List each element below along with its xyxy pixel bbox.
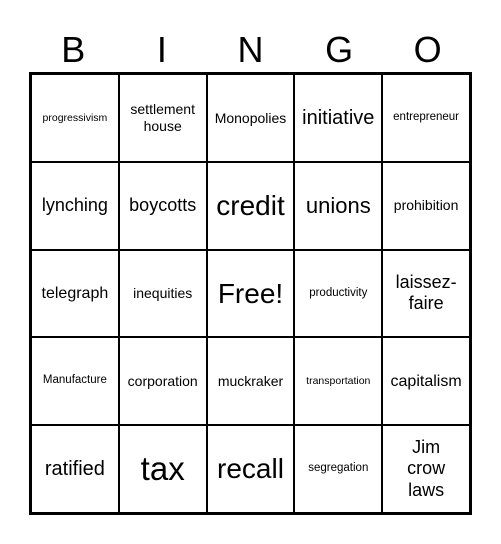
bingo-cell[interactable]: boycotts xyxy=(118,161,207,250)
header-letter-n: N xyxy=(237,29,264,70)
bingo-cell[interactable]: settlement house xyxy=(118,74,207,162)
bingo-cell[interactable]: corporation xyxy=(118,337,207,426)
bingo-cell[interactable]: progressivism xyxy=(31,74,119,162)
bingo-cell[interactable]: ratified xyxy=(31,425,119,513)
bingo-cell[interactable]: Jim crow laws xyxy=(382,425,470,513)
bingo-cell[interactable]: recall xyxy=(206,425,295,513)
bingo-cell[interactable]: laissez-faire xyxy=(382,249,470,338)
bingo-cell[interactable]: unions xyxy=(294,161,383,250)
bingo-cell[interactable]: productivity xyxy=(294,249,383,338)
bingo-cell[interactable]: lynching xyxy=(31,161,119,250)
bingo-cell[interactable]: muckraker xyxy=(206,337,295,426)
bingo-header: B I N G O xyxy=(29,28,472,72)
header-letter-g: G xyxy=(325,29,354,70)
header-letter-b: B xyxy=(61,29,86,70)
bingo-cell[interactable]: inequities xyxy=(118,249,207,338)
bingo-cell[interactable]: entrepreneur xyxy=(382,74,470,162)
bingo-cell[interactable]: Manufacture xyxy=(31,337,119,426)
bingo-cell[interactable]: tax xyxy=(118,425,207,513)
free-space-cell[interactable]: Free! xyxy=(206,249,295,338)
bingo-card-grid: progressivism settlement house Monopolie… xyxy=(29,72,472,515)
bingo-cell[interactable]: segregation xyxy=(294,425,383,513)
header-letter-o: O xyxy=(413,29,442,70)
bingo-cell[interactable]: telegraph xyxy=(31,249,119,338)
header-letter-i: I xyxy=(156,29,167,70)
bingo-cell[interactable]: credit xyxy=(206,161,295,250)
bingo-cell[interactable]: capitalism xyxy=(382,337,470,426)
bingo-cell[interactable]: Monopolies xyxy=(206,74,295,162)
bingo-cell[interactable]: prohibition xyxy=(382,161,470,250)
bingo-cell[interactable]: transportation xyxy=(294,337,383,426)
bingo-cell[interactable]: initiative xyxy=(294,74,383,162)
